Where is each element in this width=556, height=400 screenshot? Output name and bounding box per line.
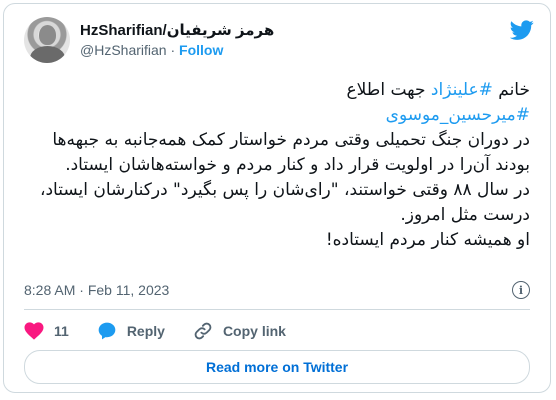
tweet-line-2: #میرحسین_موسوی bbox=[20, 103, 530, 128]
timestamp-separator: · bbox=[79, 282, 84, 298]
tweet-paragraph-3: او همیشه کنار مردم ایستاده! bbox=[325, 230, 530, 250]
tweet-paragraph-2: در سال ۸۸ وقتی خواستند، "رای‌شان را پس ب… bbox=[39, 180, 530, 225]
tweet-paragraph-1: در دوران جنگ تحمیلی وقتی مردم خواستار کم… bbox=[52, 130, 530, 175]
read-more-button[interactable]: Read more on Twitter bbox=[24, 350, 530, 384]
tweet-timestamp[interactable]: 8:28 AM · Feb 11, 2023 bbox=[24, 282, 169, 298]
tweet-body: خانم #علینژاد جهت اطلاع #میرحسین_موسوی د… bbox=[20, 78, 530, 253]
tweet-date: Feb 11, 2023 bbox=[87, 282, 170, 298]
tweet-meta-row: 8:28 AM · Feb 11, 2023 i bbox=[24, 280, 530, 300]
avatar-body-shape bbox=[30, 46, 65, 63]
info-icon[interactable]: i bbox=[512, 281, 530, 299]
reply-button[interactable]: Reply bbox=[97, 321, 165, 341]
author-name-row[interactable]: HzSharifian/هرمز شریفیان bbox=[80, 20, 274, 40]
hashtag-alinejad[interactable]: #علینژاد bbox=[431, 80, 493, 100]
tweet-line-1-prefix: خانم bbox=[492, 80, 530, 100]
like-button[interactable]: 11 bbox=[24, 322, 69, 340]
tweet-time: 8:28 AM bbox=[24, 282, 76, 298]
avatar[interactable] bbox=[24, 17, 70, 63]
copy-link-button[interactable]: Copy link bbox=[193, 321, 286, 341]
tweet-card: HzSharifian/هرمز شریفیان @HzSharifian · … bbox=[3, 3, 551, 393]
avatar-head-shape bbox=[39, 25, 56, 45]
reply-bubble-icon bbox=[98, 322, 116, 340]
like-count: 11 bbox=[54, 323, 69, 339]
heart-icon bbox=[24, 322, 44, 340]
follow-link[interactable]: Follow bbox=[179, 42, 223, 58]
divider bbox=[24, 309, 530, 310]
author-handle-row: @HzSharifian · Follow bbox=[80, 42, 223, 58]
reply-label: Reply bbox=[126, 323, 165, 339]
tweet-actions: 11 Reply Copy link bbox=[24, 320, 286, 342]
link-icon bbox=[194, 322, 212, 340]
copy-link-label: Copy link bbox=[222, 323, 286, 339]
twitter-bird-icon[interactable] bbox=[509, 18, 534, 42]
author-display-name[interactable]: HzSharifian/هرمز شریفیان bbox=[80, 21, 274, 39]
tweet-line-1-suffix: جهت اطلاع bbox=[346, 80, 431, 100]
handle-separator: · bbox=[170, 42, 176, 58]
author-handle[interactable]: @HzSharifian bbox=[80, 42, 167, 58]
tweet-line-1: خانم #علینژاد جهت اطلاع bbox=[20, 78, 530, 103]
hashtag-mirhossein-mousavi[interactable]: #میرحسین_موسوی bbox=[386, 105, 530, 125]
